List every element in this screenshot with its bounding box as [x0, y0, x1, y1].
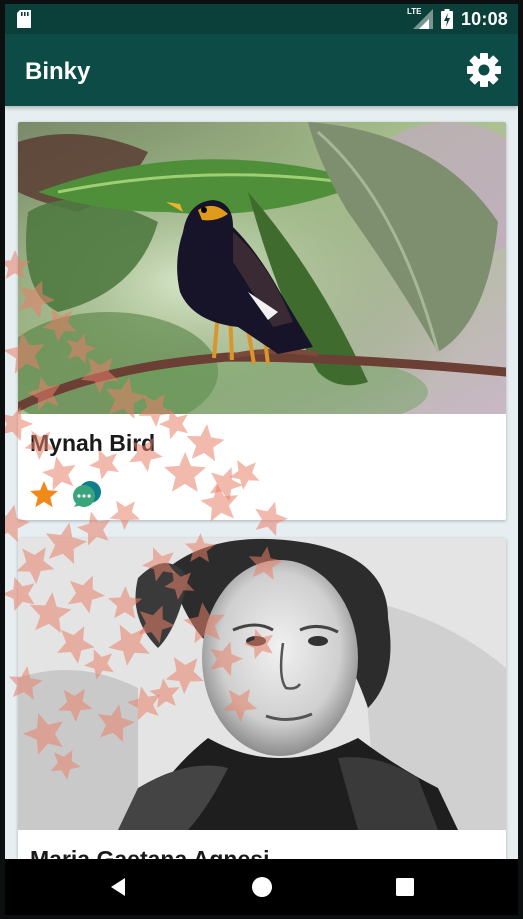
back-icon[interactable] — [105, 873, 133, 901]
card-image-mynah-bird[interactable] — [18, 122, 506, 414]
card-title: Maria Gaetana Agnesi — [30, 846, 270, 859]
settings-gear-icon[interactable] — [466, 52, 502, 88]
card-image-maria-gaetana-agnesi[interactable] — [18, 538, 506, 830]
card-title: Mynah Bird — [30, 430, 156, 456]
navigation-bar — [5, 859, 518, 915]
sd-card-icon — [17, 10, 31, 28]
card-actions — [28, 478, 104, 512]
lte-signal-icon: LTE — [407, 7, 433, 29]
status-bar: LTE 10:08 — [5, 4, 518, 34]
star-icon[interactable] — [28, 479, 60, 511]
phone-screen: LTE 10:08 Binky Mynah Bird Maria Gaetana… — [5, 4, 518, 915]
app-bar: Binky — [5, 34, 518, 106]
home-icon[interactable] — [248, 873, 276, 901]
chat-bubbles-icon[interactable] — [70, 479, 104, 511]
battery-charging-icon — [440, 9, 453, 29]
recents-icon[interactable] — [391, 873, 419, 901]
app-title: Binky — [25, 58, 91, 85]
clock: 10:08 — [460, 8, 508, 29]
card-list[interactable]: Mynah Bird Maria Gaetana Agnesi — [5, 106, 518, 859]
animal-card[interactable]: Maria Gaetana Agnesi — [18, 538, 506, 859]
animal-card[interactable]: Mynah Bird — [18, 122, 506, 520]
